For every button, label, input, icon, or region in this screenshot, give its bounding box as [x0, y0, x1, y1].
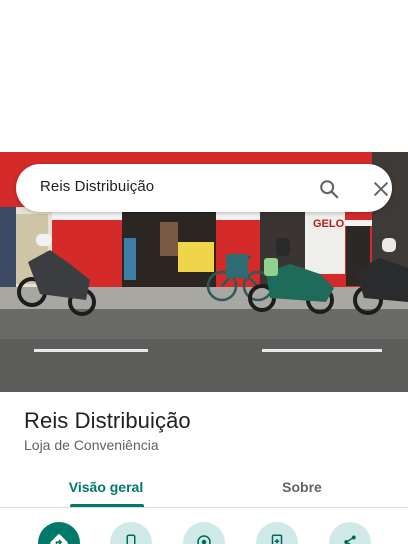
close-icon	[374, 182, 388, 196]
search-bar[interactable]: Reis Distribuição	[16, 164, 392, 212]
search-icon	[320, 180, 339, 199]
gelo-sign: GELO	[313, 218, 345, 230]
nearby-button[interactable]	[183, 522, 225, 544]
call-button[interactable]	[110, 522, 152, 544]
tab-overview[interactable]: Visão geral	[50, 466, 162, 508]
search-input[interactable]: Reis Distribuição	[40, 178, 154, 195]
place-icon	[197, 535, 211, 544]
search-button[interactable]	[316, 176, 342, 202]
save-button[interactable]	[256, 522, 298, 544]
share-button[interactable]	[329, 522, 371, 544]
tab-about[interactable]: Sobre	[244, 466, 360, 508]
place-category: Loja de Conveniência	[24, 437, 159, 453]
phone-icon	[126, 534, 136, 544]
selected-tab-indicator	[70, 504, 144, 507]
share-icon	[344, 535, 356, 544]
place-title: Reis Distribuição	[24, 408, 191, 433]
save-icon	[271, 534, 283, 544]
clear-search-button[interactable]	[368, 176, 394, 202]
directions-icon	[50, 534, 68, 544]
directions-button[interactable]	[38, 522, 80, 544]
place-tabs: Visão geral Sobre	[0, 466, 408, 508]
